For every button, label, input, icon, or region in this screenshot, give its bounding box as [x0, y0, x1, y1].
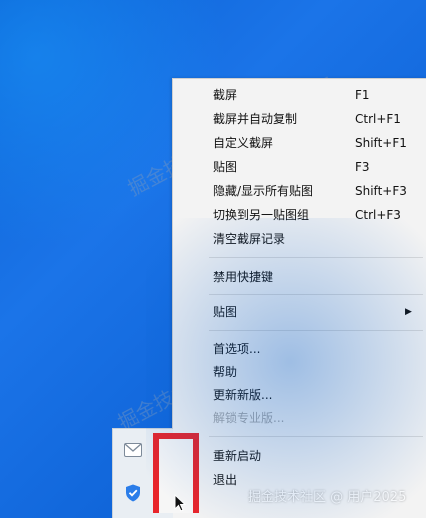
- menu-item-toggle-pins[interactable]: 隐藏/显示所有贴图 Shift+F3: [173, 180, 426, 202]
- mail-icon[interactable]: [118, 435, 148, 465]
- menu-item-help[interactable]: 帮助: [173, 361, 426, 383]
- menu-item-label: 隐藏/显示所有贴图: [213, 184, 314, 198]
- menu-item-shortcut: Ctrl+F3: [355, 208, 401, 222]
- watermark-middle: 掘金技术社区@用户2025: [113, 305, 330, 435]
- menu-item-label: 重新启动: [213, 449, 262, 463]
- menu-item-shortcut: F1: [355, 88, 370, 102]
- menu-item-label: 截屏并自动复制: [213, 112, 298, 126]
- menu-item-preferences[interactable]: 首选项...: [173, 338, 426, 360]
- highlight-annotation: [153, 433, 199, 513]
- menu-item-label: 帮助: [213, 365, 238, 379]
- menu-item-screenshot-copy[interactable]: 截屏并自动复制 Ctrl+F1: [173, 108, 426, 130]
- menu-item-screenshot[interactable]: 截屏 F1: [173, 84, 426, 106]
- menu-item-pin-submenu[interactable]: 贴图 ▶: [173, 301, 426, 323]
- menu-item-custom-screenshot[interactable]: 自定义截屏 Shift+F1: [173, 132, 426, 154]
- menu-item-shortcut: Shift+F3: [355, 184, 407, 198]
- menu-item-shortcut: F3: [355, 160, 370, 174]
- tray-context-menu: 截屏 F1 截屏并自动复制 Ctrl+F1 自定义截屏 Shift+F1 贴图 …: [172, 78, 426, 518]
- menu-separator: [209, 436, 423, 437]
- menu-item-shortcut: Shift+F1: [355, 136, 407, 150]
- menu-item-shortcut: Ctrl+F1: [355, 112, 401, 126]
- menu-item-label: 自定义截屏: [213, 136, 274, 150]
- watermark-bottom: 掘金技术社区 @ 用户2025: [248, 490, 407, 505]
- menu-item-disable-hotkeys[interactable]: 禁用快捷键: [173, 266, 426, 288]
- menu-item-restart[interactable]: 重新启动: [173, 445, 426, 467]
- submenu-arrow-icon: ▶: [405, 307, 412, 317]
- menu-item-unlock-pro: 解锁专业版...: [173, 407, 426, 429]
- desktop-background: 掘金技术社区@用户2025 掘金技术社区@用户2025 截屏 F1 截屏并自动复…: [0, 0, 426, 518]
- menu-item-label: 解锁专业版...: [213, 411, 285, 425]
- shield-icon[interactable]: [118, 478, 148, 508]
- menu-item-update[interactable]: 更新新版...: [173, 384, 426, 406]
- menu-item-label: 截屏: [213, 88, 238, 102]
- menu-item-label: 更新新版...: [213, 388, 273, 402]
- menu-item-label: 退出: [213, 473, 238, 487]
- menu-separator: [209, 257, 423, 258]
- menu-item-label: 清空截屏记录: [213, 232, 286, 246]
- menu-separator: [209, 294, 423, 295]
- menu-item-label: 贴图: [213, 160, 238, 174]
- menu-separator: [209, 330, 423, 331]
- menu-item-exit[interactable]: 退出: [173, 469, 426, 491]
- menu-item-switch-pin-group[interactable]: 切换到另一贴图组 Ctrl+F3: [173, 204, 426, 226]
- tray-overflow-panel: [112, 428, 173, 518]
- menu-item-label: 首选项...: [213, 342, 261, 356]
- menu-item-label: 贴图: [213, 305, 238, 319]
- menu-item-label: 禁用快捷键: [213, 270, 274, 284]
- menu-item-label: 切换到另一贴图组: [213, 208, 310, 222]
- mouse-cursor-icon: [174, 494, 186, 512]
- menu-item-pin[interactable]: 贴图 F3: [173, 156, 426, 178]
- menu-item-clear-history[interactable]: 清空截屏记录: [173, 228, 426, 250]
